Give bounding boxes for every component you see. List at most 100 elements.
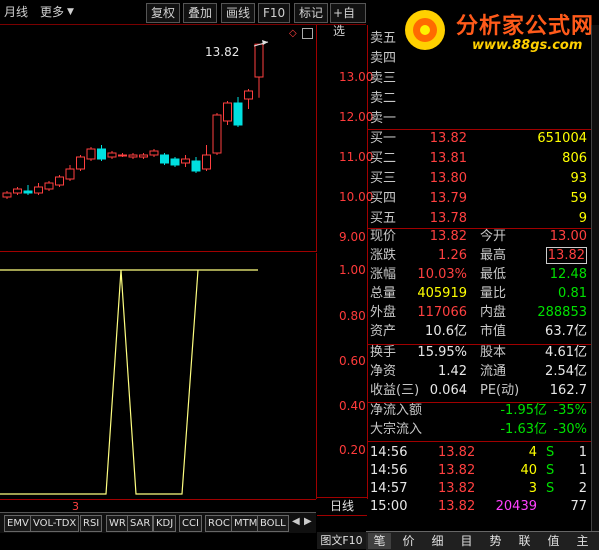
tab-kdj[interactable]: KDJ bbox=[153, 515, 177, 532]
tab-rsi[interactable]: RSI bbox=[80, 515, 103, 532]
stat-label: 最高 bbox=[480, 248, 507, 263]
sell-row[interactable]: 卖一 bbox=[368, 109, 591, 128]
buy-price: 13.82 bbox=[429, 131, 467, 146]
sell-label: 卖二 bbox=[370, 91, 397, 106]
f10-info-button[interactable]: 图文F10 bbox=[317, 532, 366, 549]
indicator-chart[interactable]: 3 bbox=[0, 253, 317, 513]
finance-value: 4.61亿 bbox=[545, 345, 587, 360]
finance-value: 162.7 bbox=[549, 383, 587, 398]
candle-body bbox=[34, 186, 43, 194]
tick-count: 1 bbox=[578, 463, 587, 478]
buy-volume: 93 bbox=[570, 171, 587, 186]
quote-panel: 卖五 卖四 卖三 卖二 卖一 买一 13.82 651004 买二 13.81 806 买三 13.8… bbox=[368, 25, 599, 532]
buy-volume: 651004 bbox=[537, 131, 587, 146]
tick-side: S bbox=[546, 463, 555, 478]
axis-label: 9.00 bbox=[339, 230, 366, 244]
diamond-icon[interactable]: ◇ bbox=[289, 28, 297, 39]
side-tab[interactable]: 势 bbox=[484, 533, 507, 549]
arrow-left-icon[interactable]: ◀ bbox=[292, 516, 300, 527]
candle-body bbox=[149, 150, 159, 156]
fuquan-button[interactable]: 复权 bbox=[146, 3, 181, 23]
tick-row: 14:56 13.82 40 S 1 bbox=[368, 461, 591, 480]
candle-body bbox=[244, 90, 253, 100]
square-icon[interactable] bbox=[302, 28, 313, 39]
tab-sar[interactable]: SAR bbox=[127, 515, 154, 532]
candle-body bbox=[86, 148, 96, 160]
sell-row[interactable]: 卖五 bbox=[368, 29, 591, 48]
tab-emv[interactable]: EMV bbox=[4, 515, 32, 532]
sell-row[interactable]: 卖四 bbox=[368, 49, 591, 68]
stat-value: 63.7亿 bbox=[545, 324, 587, 339]
tab-wr[interactable]: WR bbox=[106, 515, 129, 532]
arrow-right-icon[interactable]: ▶ bbox=[304, 516, 312, 527]
period-button[interactable]: 月线 bbox=[4, 3, 28, 21]
stat-value: 0.81 bbox=[558, 286, 587, 301]
buy-label: 买三 bbox=[370, 171, 397, 186]
finance-label: PE(动) bbox=[480, 383, 520, 398]
axis-label: 0.80 bbox=[339, 309, 366, 323]
mark-button[interactable]: 标记 bbox=[294, 3, 329, 23]
finance-value: 0.064 bbox=[429, 383, 467, 398]
stat-value: 405919 bbox=[417, 286, 467, 301]
candle-body bbox=[97, 148, 106, 160]
chevron-down-icon[interactable]: ▼ bbox=[67, 3, 74, 21]
period-label[interactable]: 日线 bbox=[317, 497, 367, 516]
stat-label: 涨幅 bbox=[370, 267, 397, 282]
finance-row: 收益(三) 0.064 PE(动) 162.7 bbox=[368, 381, 591, 400]
more-button[interactable]: 更多 bbox=[40, 3, 64, 21]
axis-label: 1.00 bbox=[339, 263, 366, 277]
tab-mtm[interactable]: MTM bbox=[231, 515, 261, 532]
finance-label: 收益(三) bbox=[370, 383, 420, 398]
stat-label: 量比 bbox=[480, 286, 507, 301]
buy-row[interactable]: 买三 13.80 93 bbox=[368, 169, 591, 188]
tab-cci[interactable]: CCI bbox=[179, 515, 202, 532]
candle-body bbox=[160, 154, 169, 164]
candle-body bbox=[223, 102, 232, 122]
candle-body bbox=[107, 152, 117, 158]
candle-body bbox=[139, 154, 148, 158]
buy-volume: 9 bbox=[578, 211, 587, 226]
buy-row[interactable]: 买五 13.78 9 bbox=[368, 209, 591, 228]
side-tab[interactable]: 值 bbox=[542, 533, 565, 549]
candle-body bbox=[254, 43, 264, 78]
add-watchlist-button[interactable]: +自选 bbox=[330, 3, 366, 38]
tick-volume: 40 bbox=[520, 463, 537, 478]
side-scrollbar[interactable] bbox=[591, 25, 599, 531]
side-tab[interactable]: 主 bbox=[571, 533, 594, 549]
side-tab[interactable]: 价 bbox=[397, 533, 420, 549]
f10-button[interactable]: F10 bbox=[258, 3, 291, 23]
sell-row[interactable]: 卖二 bbox=[368, 89, 591, 108]
flow-row: 净流入额 -1.95亿 -35% bbox=[368, 401, 591, 420]
drawline-button[interactable]: 画线 bbox=[221, 3, 256, 23]
side-tab[interactable]: 目 bbox=[455, 533, 478, 549]
stat-label: 外盘 bbox=[370, 305, 397, 320]
stat-label: 资产 bbox=[370, 324, 397, 339]
candle-body bbox=[181, 158, 190, 164]
candle-body bbox=[118, 154, 127, 157]
candle-body bbox=[233, 102, 243, 126]
sell-label: 卖三 bbox=[370, 71, 397, 86]
finance-value: 2.54亿 bbox=[545, 364, 587, 379]
stat-row: 资产 10.6亿 市值 63.7亿 bbox=[368, 322, 591, 341]
finance-value: 1.42 bbox=[438, 364, 467, 379]
side-tab[interactable]: 笔 bbox=[368, 533, 391, 549]
stat-value: 13.00 bbox=[549, 229, 587, 244]
buy-label: 买四 bbox=[370, 191, 397, 206]
candle-body bbox=[170, 158, 180, 166]
tab-roc[interactable]: ROC bbox=[205, 515, 233, 532]
buy-row[interactable]: 买四 13.79 59 bbox=[368, 189, 591, 208]
stat-label: 总量 bbox=[370, 286, 397, 301]
scrollbar-area[interactable] bbox=[0, 499, 316, 513]
buy-row[interactable]: 买一 13.82 651004 bbox=[368, 129, 591, 148]
tick-row: 15:00 13.82 20439 77 bbox=[368, 497, 591, 516]
buy-row[interactable]: 买二 13.81 806 bbox=[368, 149, 591, 168]
stat-value: 288853 bbox=[537, 305, 587, 320]
overlay-button[interactable]: 叠加 bbox=[183, 3, 218, 23]
side-tab[interactable]: 联 bbox=[513, 533, 536, 549]
tab-vol-tdx[interactable]: VOL-TDX bbox=[30, 515, 80, 532]
kline-chart[interactable]: 13.82 ◇ bbox=[0, 25, 317, 252]
sell-row[interactable]: 卖三 bbox=[368, 69, 591, 88]
tab-boll[interactable]: BOLL bbox=[257, 515, 289, 532]
tick-time: 14:56 bbox=[370, 445, 408, 460]
side-tab[interactable]: 细 bbox=[426, 533, 449, 549]
